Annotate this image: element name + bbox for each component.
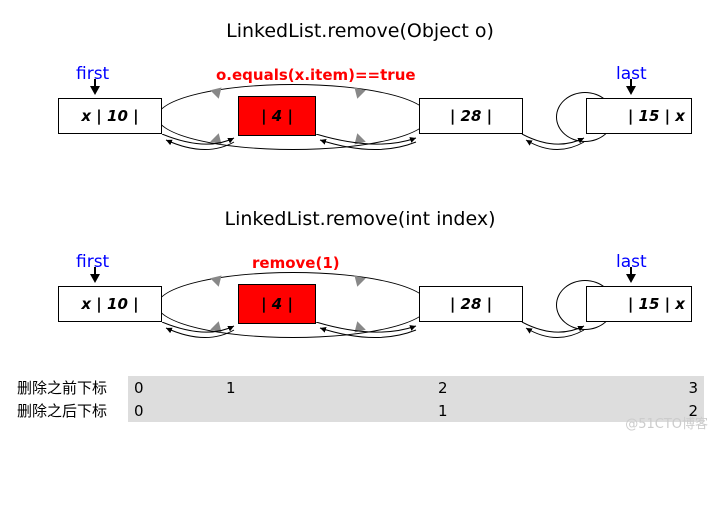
index-row-after: 删除之后下标 0 1 2 <box>16 399 704 422</box>
arrow-down-icon <box>626 274 636 283</box>
arrow-down-icon <box>626 86 636 95</box>
row-label: 删除之后下标 <box>16 399 128 422</box>
remove-caption: remove(1) <box>252 254 340 272</box>
link-arrows <box>16 134 716 174</box>
row-values: 0 1 2 <box>128 399 704 422</box>
diagram1-title: LinkedList.remove(Object o) <box>16 20 704 42</box>
node-target: | 4 | <box>238 284 316 324</box>
node-layer: x | 10 | | 4 | | 28 | | 15 | x <box>16 98 704 178</box>
node-28: | 28 | <box>419 98 523 134</box>
index-row-before: 删除之前下标 0 1 2 3 <box>16 376 704 399</box>
index-table: 删除之前下标 0 1 2 3 删除之后下标 0 1 2 <box>16 376 704 422</box>
diagram-remove-index: LinkedList.remove(int index) first remov… <box>16 208 704 366</box>
diagram2-title: LinkedList.remove(int index) <box>16 208 704 230</box>
diagram-remove-object: LinkedList.remove(Object o) first o.equa… <box>16 20 704 178</box>
first-label: first <box>76 252 109 272</box>
node-first: x | 10 | <box>58 98 162 134</box>
node-target: | 4 | <box>238 96 316 136</box>
row-values: 0 1 2 3 <box>128 376 704 399</box>
first-label: first <box>76 64 109 84</box>
node-first: x | 10 | <box>58 286 162 322</box>
node-last: | 15 | x <box>586 286 692 322</box>
link-arrows <box>16 322 716 362</box>
condition-caption: o.equals(x.item)==true <box>216 66 416 84</box>
node-layer: x | 10 | | 4 | | 28 | | 15 | x <box>16 286 704 366</box>
watermark: @51CTO博客 <box>625 413 708 432</box>
arrow-down-icon <box>90 86 100 95</box>
arrow-down-icon <box>90 274 100 283</box>
node-28: | 28 | <box>419 286 523 322</box>
node-last: | 15 | x <box>586 98 692 134</box>
row-label: 删除之前下标 <box>16 376 128 399</box>
